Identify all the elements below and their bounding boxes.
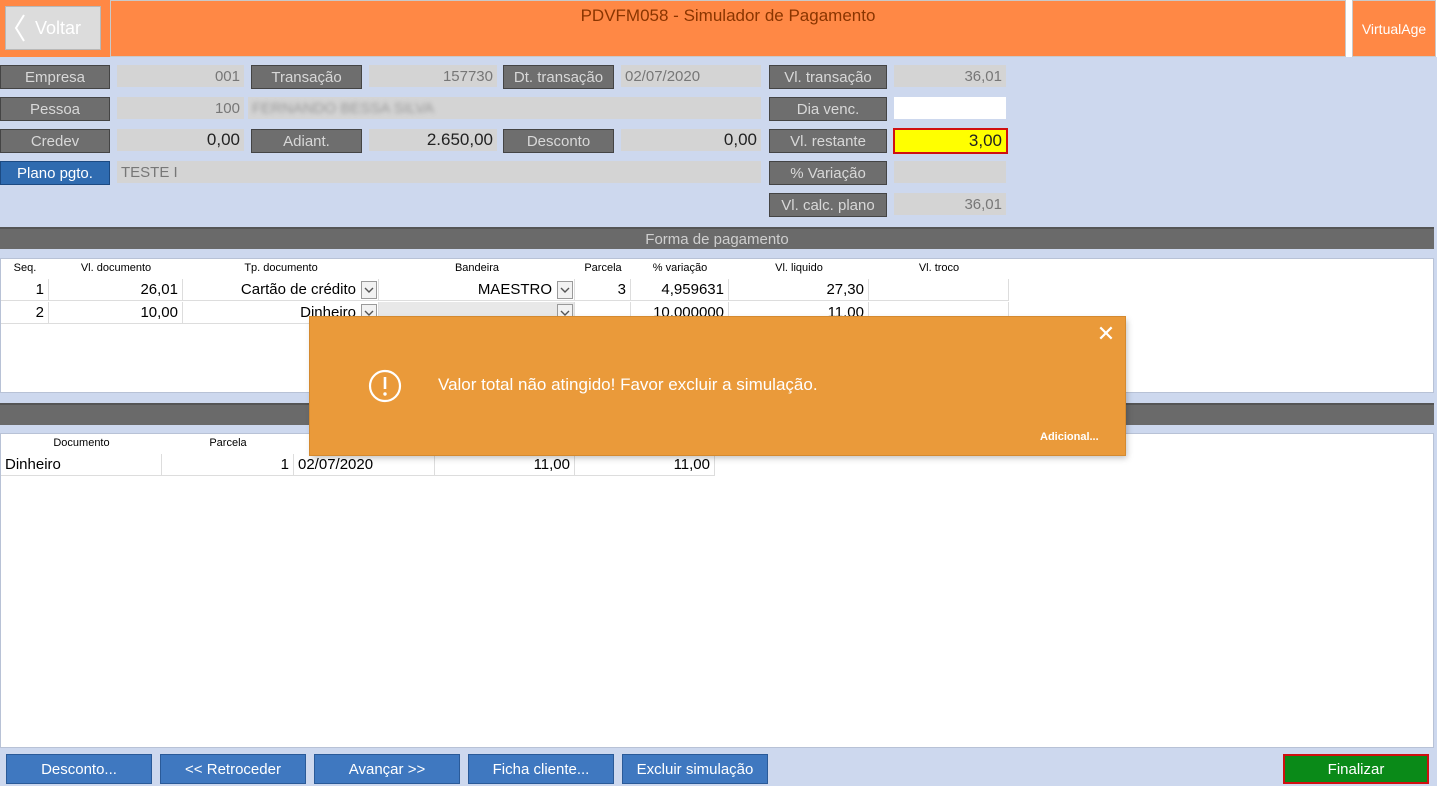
vl-transacao-label[interactable]: Vl. transação <box>769 65 887 89</box>
col-header-parcela: Parcela <box>584 262 622 274</box>
table-cell-parcela[interactable]: 1 <box>162 454 294 476</box>
adiant-field[interactable]: 2.650,00 <box>369 129 497 151</box>
transacao-field[interactable]: 157730 <box>369 65 497 87</box>
empresa-label[interactable]: Empresa <box>0 65 110 89</box>
table-cell-valor-liquido[interactable]: 11,00 <box>575 454 715 476</box>
dialog-more-link[interactable]: Adicional... <box>1040 431 1099 443</box>
table-cell-vl-documento[interactable]: 26,01 <box>49 279 183 301</box>
table-cell-vl-troco[interactable] <box>869 279 1009 301</box>
excluir-simulacao-button[interactable]: Excluir simulação <box>622 754 768 784</box>
col-header-tp-documento: Tp. documento <box>244 262 318 274</box>
col-header-variacao: % variação <box>652 262 708 274</box>
warning-dialog: ✕ Valor total não atingido! Favor exclui… <box>310 317 1125 455</box>
desconto-label[interactable]: Desconto <box>503 129 614 153</box>
col-header-parcela: Parcela <box>209 437 247 449</box>
col-header-vl-documento: Vl. documento <box>80 262 152 274</box>
ficha-cliente-button[interactable]: Ficha cliente... <box>468 754 614 784</box>
back-button[interactable]: Voltar <box>5 6 101 50</box>
brand-button[interactable]: VirtualAge <box>1352 0 1436 57</box>
vl-calc-plano-field[interactable]: 36,01 <box>894 193 1006 215</box>
desconto-field[interactable]: 0,00 <box>621 129 761 151</box>
credev-field[interactable]: 0,00 <box>117 129 244 151</box>
payment-section-header: Forma de pagamento <box>0 227 1434 249</box>
table-cell-parcela[interactable]: 3 <box>575 279 631 301</box>
close-icon[interactable]: ✕ <box>1096 321 1116 346</box>
avancar-button[interactable]: Avançar >> <box>314 754 460 784</box>
table-cell-documento[interactable]: Dinheiro <box>1 454 162 476</box>
page-title: PDVFM058 - Simulador de Pagamento <box>580 6 876 25</box>
dialog-message: Valor total não atingido! Favor excluir … <box>438 375 818 394</box>
chevron-left-icon <box>14 14 25 42</box>
table-cell-vl-documento[interactable]: 10,00 <box>49 302 183 324</box>
col-header-seq: Seq. <box>13 262 37 274</box>
dt-transacao-label[interactable]: Dt. transação <box>503 65 614 89</box>
installments-grid: Documento Parcela Dinheiro 1 02/07/2020 … <box>0 433 1434 748</box>
table-cell-tp-documento[interactable]: Cartão de crédito <box>183 279 379 301</box>
pessoa-name-field[interactable]: FERNANDO BESSA SILVA <box>248 97 761 119</box>
chevron-down-icon[interactable] <box>361 281 377 299</box>
table-cell-seq[interactable]: 1 <box>1 279 49 301</box>
title-bar: PDVFM058 - Simulador de Pagamento <box>110 0 1346 57</box>
table-cell-vencimento[interactable]: 02/07/2020 <box>294 454 435 476</box>
credev-label[interactable]: Credev <box>0 129 110 153</box>
table-cell-bandeira[interactable]: MAESTRO <box>379 279 575 301</box>
col-header-documento: Documento <box>53 437 110 449</box>
col-header-vl-troco: Vl. troco <box>918 262 960 274</box>
dia-venc-field[interactable] <box>894 97 1006 119</box>
pessoa-name-text: FERNANDO BESSA SILVA <box>252 99 434 117</box>
warning-circle-icon <box>368 369 402 403</box>
table-cell-variacao[interactable]: 4,959631 <box>631 279 729 301</box>
adiant-label[interactable]: Adiant. <box>251 129 362 153</box>
variacao-label[interactable]: % Variação <box>769 161 887 185</box>
empresa-field[interactable]: 001 <box>117 65 244 87</box>
table-cell-seq[interactable]: 2 <box>1 302 49 324</box>
variacao-field[interactable] <box>894 161 1006 183</box>
pessoa-code-field[interactable]: 100 <box>117 97 244 119</box>
back-label: Voltar <box>34 17 82 38</box>
pessoa-label[interactable]: Pessoa <box>0 97 110 121</box>
desconto-button[interactable]: Desconto... <box>6 754 152 784</box>
plano-pgto-field[interactable]: TESTE I <box>117 161 761 183</box>
col-header-bandeira: Bandeira <box>454 262 500 274</box>
col-header-vl-liquido: Vl. liquido <box>775 262 823 274</box>
dia-venc-label[interactable]: Dia venc. <box>769 97 887 121</box>
table-cell-valor[interactable]: 11,00 <box>435 454 575 476</box>
vl-calc-plano-label[interactable]: Vl. calc. plano <box>769 193 887 217</box>
vl-restante-label[interactable]: Vl. restante <box>769 129 887 153</box>
finalizar-button[interactable]: Finalizar <box>1283 754 1429 784</box>
dt-transacao-field[interactable]: 02/07/2020 <box>621 65 761 87</box>
plano-pgto-button[interactable]: Plano pgto. <box>0 161 110 185</box>
vl-restante-field[interactable]: 3,00 <box>893 128 1008 154</box>
vl-transacao-field[interactable]: 36,01 <box>894 65 1006 87</box>
retroceder-button[interactable]: << Retroceder <box>160 754 306 784</box>
transacao-label[interactable]: Transação <box>251 65 362 89</box>
table-cell-vl-liquido[interactable]: 27,30 <box>729 279 869 301</box>
chevron-down-icon[interactable] <box>557 281 573 299</box>
